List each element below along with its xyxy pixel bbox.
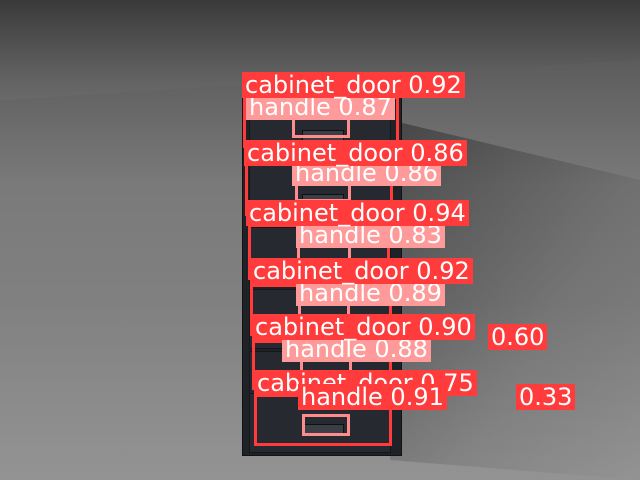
cabinet-door-label: 0.60 [488,324,548,350]
cabinet-door-label: cabinet_door 0.86 [244,140,467,166]
detection-scene: handle 0.87 cabinet_door 0.92 handle 0.8… [0,0,640,480]
handle-label: 0.33 [516,384,576,410]
cabinet-door-label: cabinet_door 0.90 [252,314,475,340]
cabinet-door-label: cabinet_door 0.92 [242,72,465,98]
cabinet-door-label: cabinet_door 0.92 [250,258,473,284]
handle-label: handle 0.91 [298,384,447,410]
handle-box [302,414,350,436]
cabinet-door-label: cabinet_door 0.94 [246,200,469,226]
